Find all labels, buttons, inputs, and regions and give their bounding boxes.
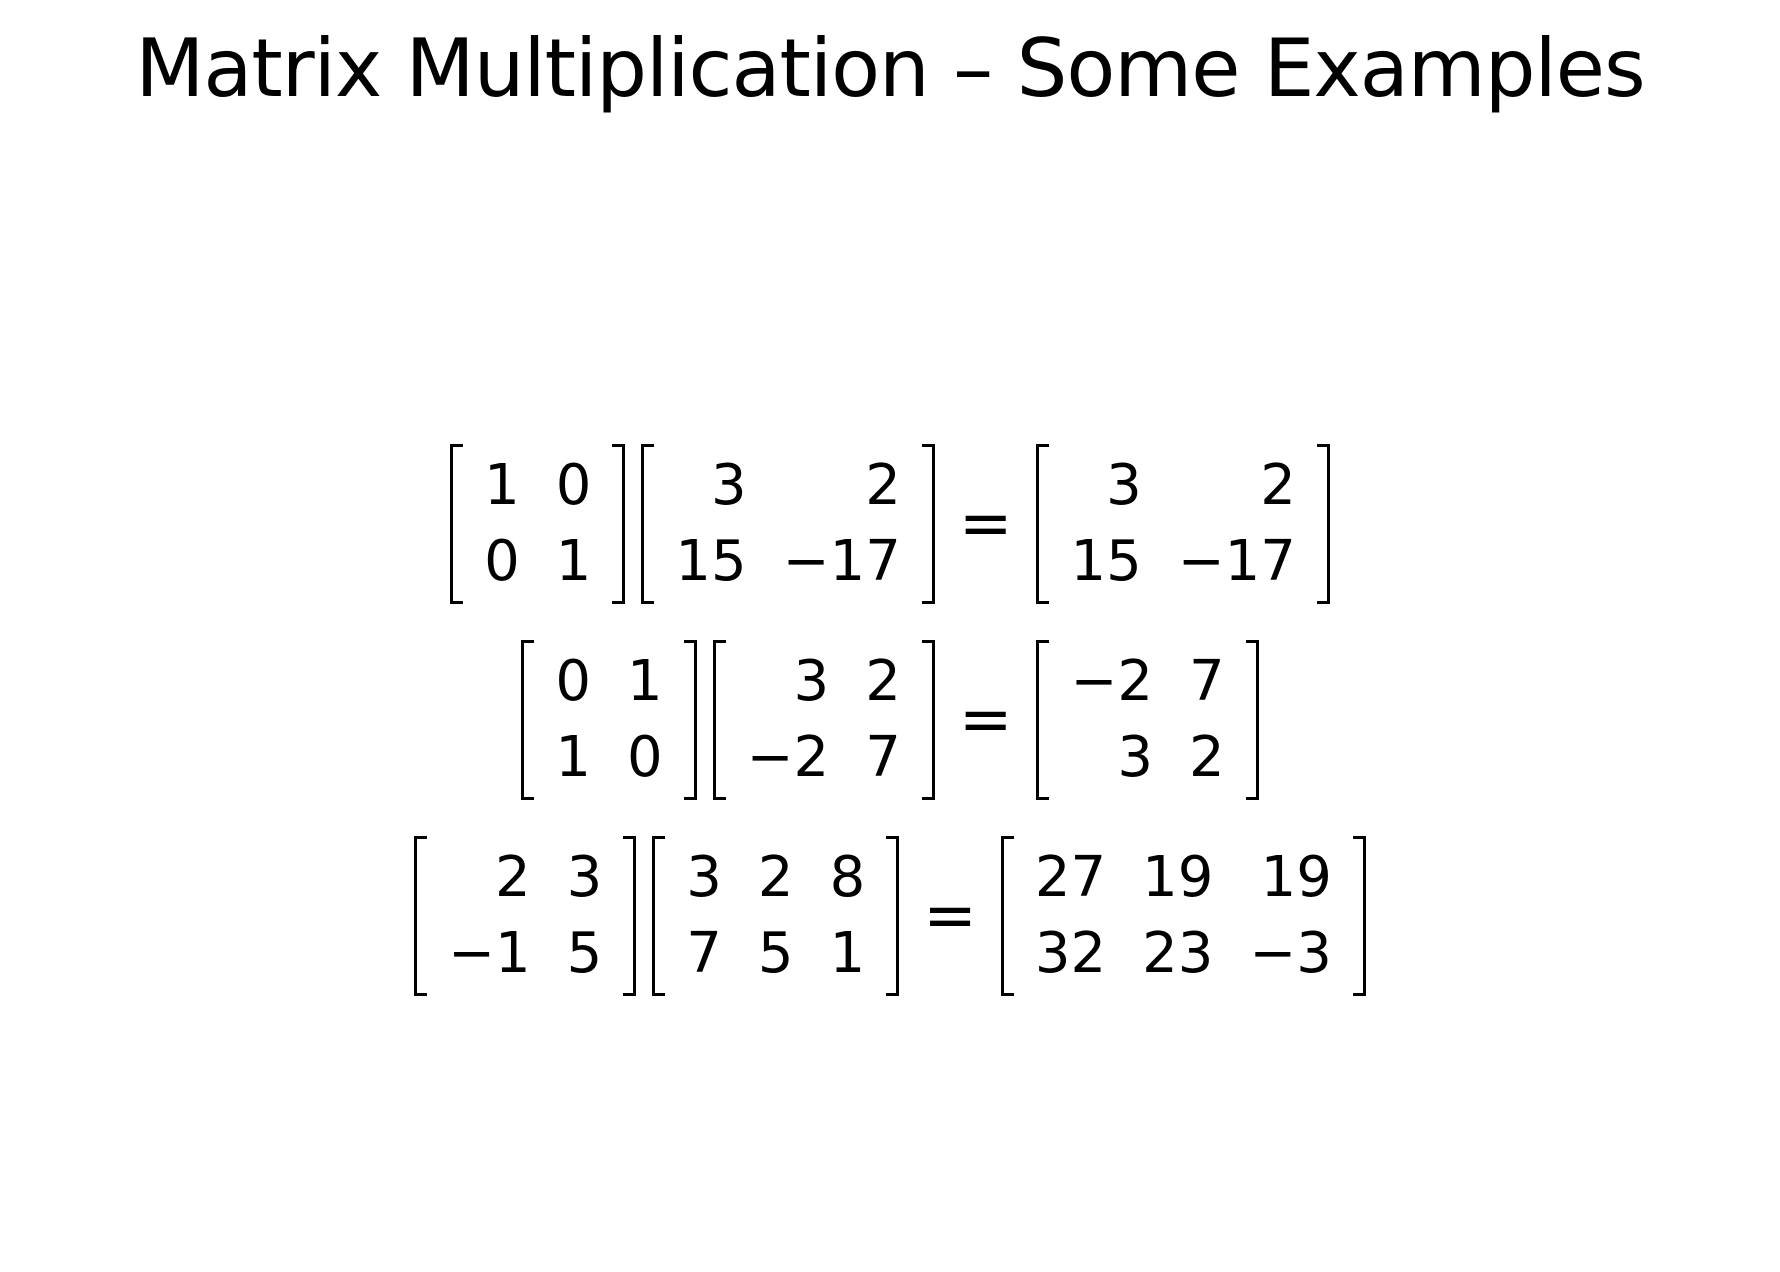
matrix-entry: 2 [1260, 453, 1296, 518]
matrix-entry: 5 [757, 921, 794, 986]
slide-title: Matrix Multiplication – Some Examples [135, 22, 1645, 115]
matrix-entry: 0 [626, 725, 663, 790]
matrix-result-3: 27 19 19 32 23 −3 [1000, 836, 1367, 996]
matrix-entry: 15 [675, 529, 747, 594]
matrix-entry: 5 [566, 921, 603, 986]
matrix-entry: 2 [865, 453, 901, 518]
matrix-a-3: 2 3 −1 5 [414, 836, 637, 996]
matrix-entry: 1 [555, 529, 592, 594]
matrix-a-1: 1 0 0 1 [450, 444, 626, 604]
matrix-entry: 2 [865, 649, 901, 714]
matrix-entry: 32 [1034, 921, 1107, 986]
matrix-entry: −1 [448, 921, 531, 986]
matrix-entry: −17 [1177, 529, 1296, 594]
matrix-b-2: 3 2 −2 7 [712, 640, 936, 800]
matrix-entry: 3 [793, 649, 830, 714]
equals-sign: = [923, 879, 977, 953]
matrix-result-1: 3 2 15 −17 [1036, 444, 1331, 604]
equation-list: 1 0 0 1 3 2 15 −17 = 3 2 15 −17 0 1 1 0 … [0, 440, 1780, 1028]
matrix-result-2: −2 7 3 2 [1036, 640, 1259, 800]
matrix-entry: 0 [555, 649, 591, 714]
matrix-entry: 1 [555, 725, 591, 790]
matrix-entry: 27 [1034, 845, 1107, 910]
matrix-entry: 3 [1117, 725, 1154, 790]
matrix-entry: 3 [1106, 453, 1142, 518]
matrix-entry: 15 [1070, 529, 1142, 594]
matrix-entry: −2 [746, 725, 830, 790]
matrix-b-3: 3 2 8 7 5 1 [652, 836, 900, 996]
matrix-entry: 1 [484, 453, 520, 518]
matrix-entry: 3 [711, 453, 747, 518]
matrix-entry: 1 [626, 649, 663, 714]
matrix-entry: 2 [495, 845, 531, 910]
matrix-entry: −2 [1070, 649, 1154, 714]
matrix-entry: 0 [555, 453, 592, 518]
matrix-entry: 23 [1142, 921, 1214, 986]
matrix-entry: 8 [829, 845, 866, 910]
matrix-entry: 19 [1260, 845, 1332, 910]
matrix-entry: 7 [865, 725, 901, 790]
matrix-entry: 2 [757, 845, 794, 910]
matrix-entry: 1 [829, 921, 866, 986]
equals-sign: = [958, 683, 1013, 757]
equation-row-3: 2 3 −1 5 3 2 8 7 5 1 = 27 19 19 32 23 −3 [0, 832, 1780, 1000]
equation-row-1: 1 0 0 1 3 2 15 −17 = 3 2 15 −17 [0, 440, 1780, 608]
matrix-b-1: 3 2 15 −17 [641, 444, 936, 604]
matrix-entry: 3 [566, 845, 603, 910]
matrix-a-2: 0 1 1 0 [521, 640, 697, 800]
matrix-entry: 0 [484, 529, 520, 594]
matrix-entry: −17 [782, 529, 901, 594]
matrix-entry: −3 [1249, 921, 1332, 986]
matrix-entry: 19 [1142, 845, 1214, 910]
equation-row-2: 0 1 1 0 3 2 −2 7 = −2 7 3 2 [0, 636, 1780, 804]
matrix-entry: 3 [686, 845, 722, 910]
equals-sign: = [958, 487, 1013, 561]
matrix-entry: 2 [1189, 725, 1225, 790]
matrix-entry: 7 [1189, 649, 1225, 714]
matrix-entry: 7 [686, 921, 722, 986]
